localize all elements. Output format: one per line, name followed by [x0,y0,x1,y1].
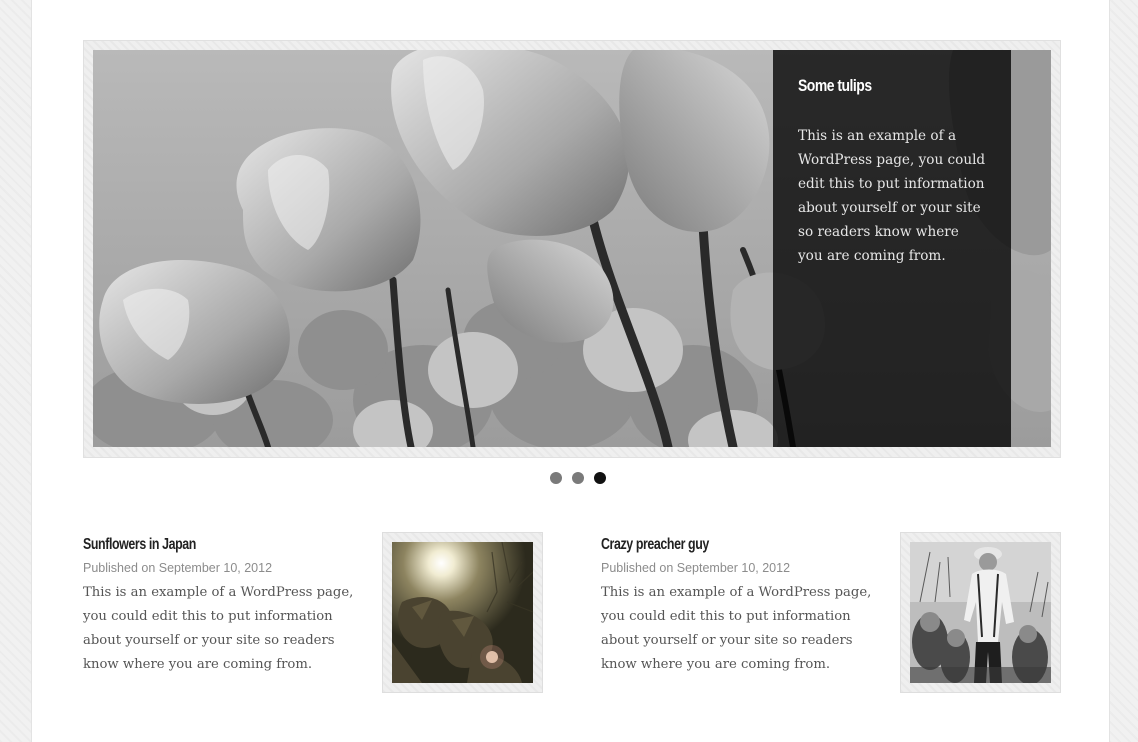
slider-dot-1[interactable] [550,472,562,484]
post-card: Crazy preacher guy Published on Septembe… [601,532,1061,694]
post-title-link[interactable]: Crazy preacher guy [601,534,709,556]
slider-pagination [550,472,606,485]
slide-image-tulips[interactable]: Some tulips This is an example of a Word… [93,50,1051,447]
slider-dot-3[interactable] [594,472,606,484]
slider-dot-2[interactable] [572,472,584,484]
post-date: Published on September 10, 2012 [601,561,791,575]
sunflower-image [392,542,533,683]
post-date: Published on September 10, 2012 [83,561,273,575]
post-excerpt: This is an example of a WordPress page, … [83,585,354,672]
page-container: Some tulips This is an example of a Word… [31,0,1110,742]
preacher-thumbnail [910,542,1051,683]
slide-caption-text: This is an example of a WordPress page, … [798,128,986,264]
post-excerpt: This is an example of a WordPress page, … [601,585,872,672]
post-card: Sunflowers in Japan Published on Septemb… [83,532,543,694]
slide-caption-title[interactable]: Some tulips [798,74,953,98]
sunflower-thumbnail [392,542,533,683]
post-thumbnail-link[interactable] [900,532,1061,693]
preacher-image [910,542,1051,683]
featured-slider: Some tulips This is an example of a Word… [83,40,1061,458]
post-title-link[interactable]: Sunflowers in Japan [83,534,196,556]
slide-caption: Some tulips This is an example of a Word… [773,50,1011,447]
post-thumbnail-link[interactable] [382,532,543,693]
